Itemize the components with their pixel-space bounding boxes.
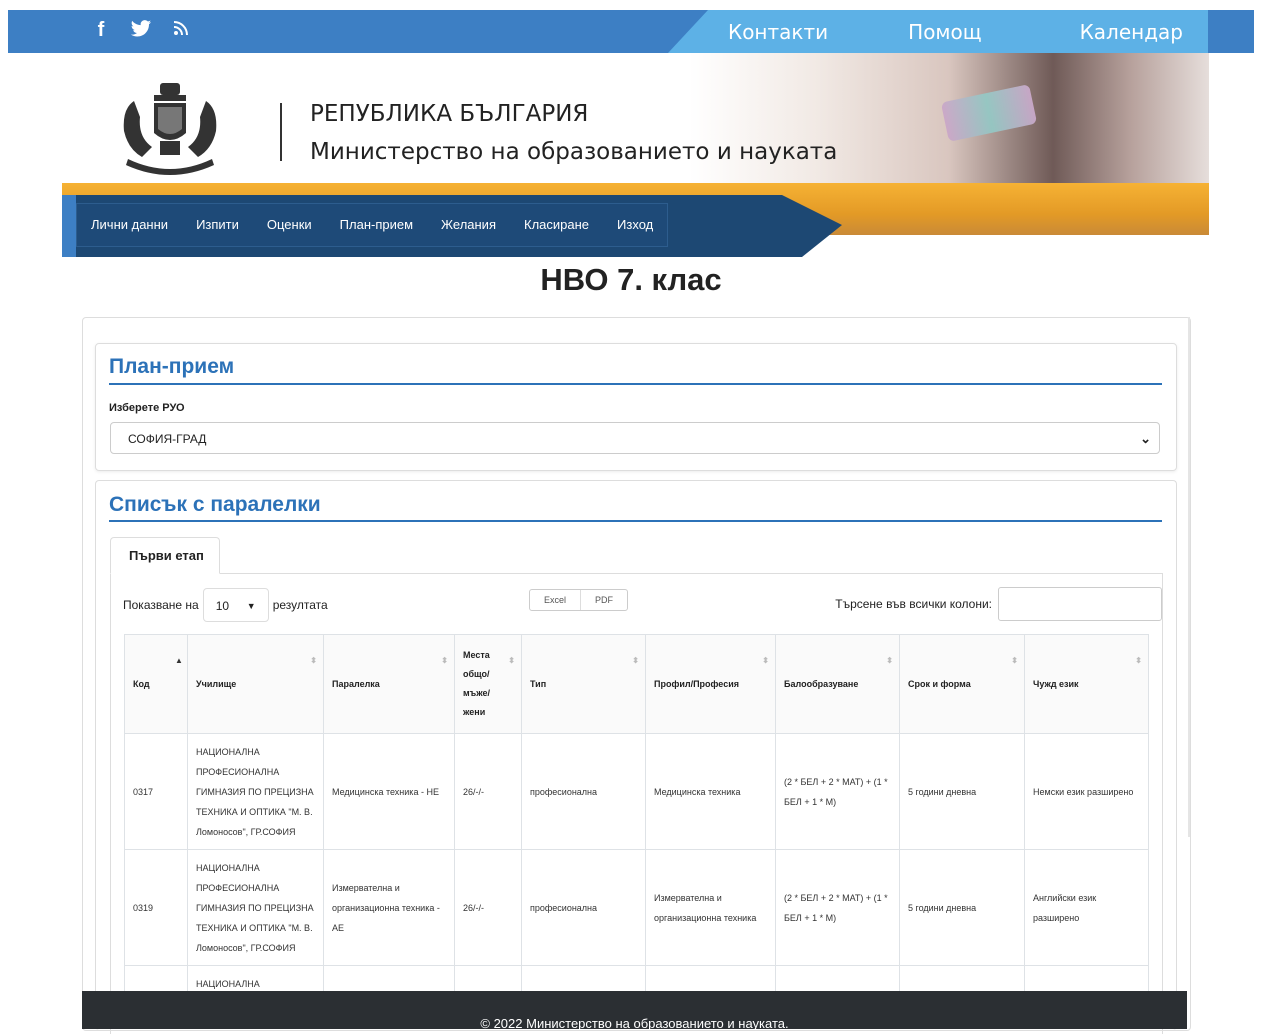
col-header-profile[interactable]: ⬍ Профил/Професия bbox=[645, 634, 776, 734]
col-header-type[interactable]: ⬍ Тип bbox=[521, 634, 646, 734]
excel-button[interactable]: Excel bbox=[530, 590, 580, 610]
contacts-link[interactable]: Контакти bbox=[728, 20, 828, 44]
scrollbar[interactable] bbox=[1188, 317, 1190, 837]
cell-code: 0319 bbox=[124, 849, 188, 966]
nav-ranking[interactable]: Класиране bbox=[510, 204, 603, 246]
nav-admission-plan[interactable]: План-прием bbox=[326, 204, 427, 246]
sort-icon: ⬍ bbox=[762, 656, 769, 665]
nav-grades[interactable]: Оценки bbox=[253, 204, 326, 246]
country-name: РЕПУБЛИКА БЪЛГАРИЯ bbox=[310, 101, 589, 127]
classes-table: ▲ Код ⬍ Училище ⬍ Паралелка ⬍ Места общо/ мъ… bbox=[124, 634, 1149, 1005]
table-header-row: ▲ Код ⬍ Училище ⬍ Паралелка ⬍ Места общо/ мъ… bbox=[124, 634, 1149, 734]
cell-scoring: (2 * БЕЛ + 2 * МАТ) + (1 * БЕЛ + 1 * М) bbox=[775, 733, 900, 850]
top-links: Контакти Помощ Календар bbox=[728, 10, 1183, 53]
cell-type: професионална bbox=[521, 733, 646, 850]
heading-rule bbox=[109, 520, 1162, 522]
rss-icon[interactable] bbox=[170, 19, 192, 44]
ruo-select-label: Изберете РУО bbox=[109, 402, 185, 414]
header-divider bbox=[280, 103, 282, 161]
cell-code: 0317 bbox=[124, 733, 188, 850]
export-buttons: Excel PDF bbox=[529, 589, 629, 611]
nav-wishes[interactable]: Желания bbox=[427, 204, 510, 246]
page-length-value: 10 bbox=[215, 599, 230, 613]
col-header-places[interactable]: ⬍ Места общо/ мъже/ жени bbox=[454, 634, 522, 734]
admission-plan-card: План-прием Изберете РУО СОФИЯ-ГРАД ⌄ bbox=[95, 343, 1177, 471]
table-row: 0317 НАЦИОНАЛНА ПРОФЕСИОНАЛНА ГИМНАЗИЯ П… bbox=[124, 733, 1149, 850]
admission-plan-heading: План-прием bbox=[109, 355, 235, 378]
cell-profile: Медицинска техника bbox=[645, 733, 776, 850]
col-header-school[interactable]: ⬍ Училище bbox=[187, 634, 324, 734]
page-length-suffix: резултата bbox=[272, 598, 328, 612]
ruo-select-value: СОФИЯ-ГРАД bbox=[128, 432, 207, 446]
page-title: НВО 7. клас bbox=[540, 262, 722, 297]
sort-icon: ⬍ bbox=[1135, 656, 1142, 665]
cell-duration: 5 години дневна bbox=[899, 849, 1025, 966]
top-bar-edge bbox=[1208, 10, 1254, 53]
sort-asc-icon: ▲ bbox=[175, 656, 183, 665]
ministry-name: Министерство на образованието и науката bbox=[310, 139, 838, 165]
col-header-scoring[interactable]: ⬍ Балообразуване bbox=[775, 634, 900, 734]
sort-icon: ⬍ bbox=[1011, 656, 1018, 665]
page-length-control: Показване на 10 ▼ резултата bbox=[123, 588, 328, 622]
cell-school: НАЦИОНАЛНА ПРОФЕСИОНАЛНА ГИМНАЗИЯ ПО ПРЕ… bbox=[187, 733, 324, 850]
coat-of-arms-icon[interactable] bbox=[114, 81, 226, 175]
main-nav-band: Лични данни Изпити Оценки План-прием Жел… bbox=[62, 183, 1209, 257]
twitter-icon[interactable] bbox=[130, 19, 152, 44]
header-photo-detail bbox=[940, 84, 1038, 142]
sort-icon: ⬍ bbox=[441, 656, 448, 665]
cell-language: Немски език разширено bbox=[1024, 733, 1149, 850]
cell-places: 26/-/- bbox=[454, 733, 522, 850]
cell-scoring: (2 * БЕЛ + 2 * МАТ) + (1 * БЕЛ + 1 * М) bbox=[775, 849, 900, 966]
social-links: f bbox=[90, 19, 192, 44]
col-header-class[interactable]: ⬍ Паралелка bbox=[323, 634, 455, 734]
table-row: 0319 НАЦИОНАЛНА ПРОФЕСИОНАЛНА ГИМНАЗИЯ П… bbox=[124, 849, 1149, 966]
cell-class: Медицинска техника - НЕ bbox=[323, 733, 455, 850]
table-search: Търсене във всички колони: bbox=[835, 587, 1162, 621]
nav-left-accent bbox=[62, 195, 76, 257]
main-nav: Лични данни Изпити Оценки План-прием Жел… bbox=[76, 203, 669, 247]
classes-list-heading: Списък с паралелки bbox=[109, 493, 321, 516]
cell-language: Английски език разширено bbox=[1024, 849, 1149, 966]
cell-places: 26/-/- bbox=[454, 849, 522, 966]
top-bar: f Контакти Помощ Календар bbox=[8, 10, 1254, 53]
col-header-language[interactable]: ⬍ Чужд език bbox=[1024, 634, 1149, 734]
heading-rule bbox=[109, 383, 1162, 385]
page-length-prefix: Показване на bbox=[123, 598, 199, 612]
sort-icon: ⬍ bbox=[886, 656, 893, 665]
sort-icon: ⬍ bbox=[310, 656, 317, 665]
nav-personal-data[interactable]: Лични данни bbox=[77, 204, 182, 246]
help-link[interactable]: Помощ bbox=[908, 20, 981, 44]
tab-first-stage[interactable]: Първи етап bbox=[110, 537, 220, 574]
sort-icon: ⬍ bbox=[632, 656, 639, 665]
nav-exams[interactable]: Изпити bbox=[182, 204, 253, 246]
sort-icon: ⬍ bbox=[508, 656, 515, 665]
cell-profile: Измервателна и организационна техника bbox=[645, 849, 776, 966]
search-input[interactable] bbox=[998, 587, 1162, 621]
facebook-icon[interactable]: f bbox=[90, 19, 112, 44]
cell-class: Измервателна и организационна техника - … bbox=[323, 849, 455, 966]
page-length-select[interactable]: 10 ▼ bbox=[202, 588, 269, 622]
site-header: РЕПУБЛИКА БЪЛГАРИЯ Министерство на образ… bbox=[62, 53, 1209, 183]
calendar-link[interactable]: Календар bbox=[1080, 20, 1183, 44]
cell-type: професионална bbox=[521, 849, 646, 966]
footer: © 2022 Министерство на образованието и н… bbox=[82, 991, 1187, 1029]
ruo-select[interactable]: СОФИЯ-ГРАД ⌄ bbox=[110, 422, 1160, 454]
col-header-code[interactable]: ▲ Код bbox=[124, 634, 188, 734]
nav-logout[interactable]: Изход bbox=[603, 204, 667, 246]
pdf-button[interactable]: PDF bbox=[580, 590, 627, 610]
search-label: Търсене във всички колони: bbox=[835, 597, 992, 611]
cell-duration: 5 години дневна bbox=[899, 733, 1025, 850]
caret-down-icon: ▼ bbox=[246, 601, 256, 611]
tab-pane: Показване на 10 ▼ резултата Excel PDF Тъ… bbox=[110, 573, 1163, 1034]
chevron-down-icon: ⌄ bbox=[1140, 431, 1151, 446]
col-header-duration[interactable]: ⬍ Срок и форма bbox=[899, 634, 1025, 734]
cell-school: НАЦИОНАЛНА ПРОФЕСИОНАЛНА ГИМНАЗИЯ ПО ПРЕ… bbox=[187, 849, 324, 966]
classes-list-card: Списък с паралелки Първи етап Показване … bbox=[95, 480, 1177, 1034]
